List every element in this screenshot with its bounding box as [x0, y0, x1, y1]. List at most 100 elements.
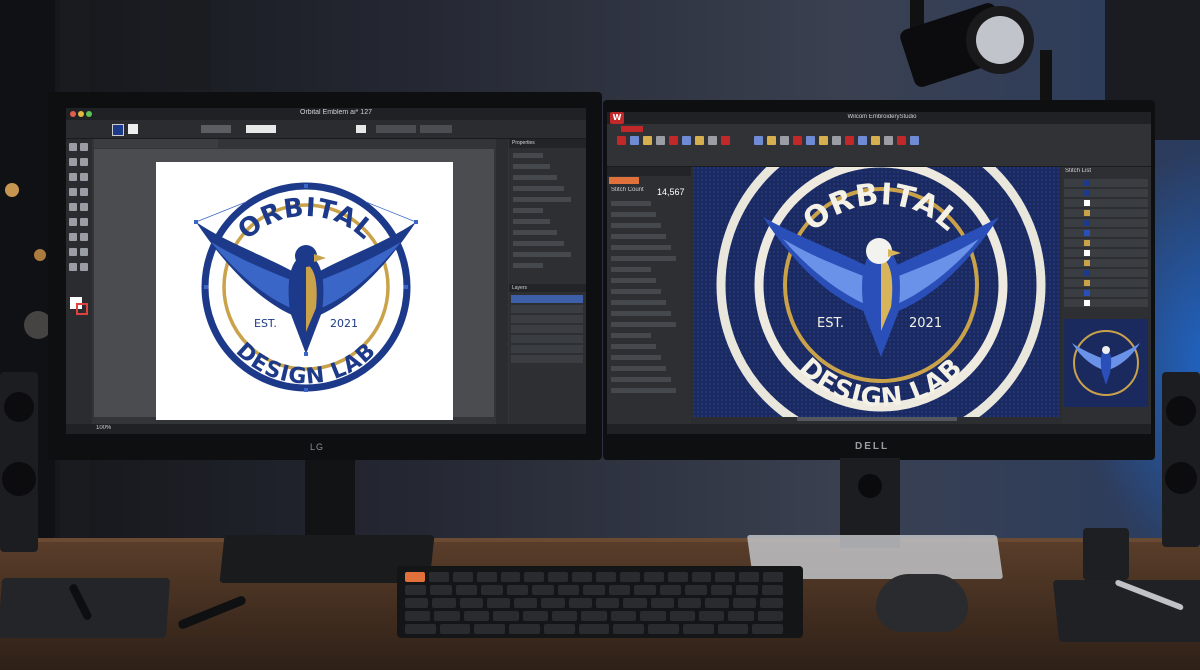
ribbon-button[interactable] [708, 136, 717, 145]
tool-icon[interactable] [69, 173, 77, 181]
key[interactable] [459, 598, 483, 608]
key[interactable] [640, 611, 666, 621]
key[interactable] [405, 572, 425, 582]
artboard[interactable]: ORBITAL DESIGN LAB EST. 2021 [156, 162, 453, 420]
key[interactable] [648, 624, 679, 634]
key[interactable] [506, 585, 529, 595]
ribbon-button[interactable] [806, 136, 815, 145]
stitch-list-row[interactable] [1064, 189, 1148, 197]
tool-icon[interactable] [80, 203, 88, 211]
key[interactable] [682, 624, 714, 634]
document-tab[interactable] [94, 139, 218, 148]
embroidery-canvas[interactable]: ORBITAL DESIGN LAB EST. 2021 [693, 167, 1059, 417]
stitch-list-row[interactable] [1064, 229, 1148, 237]
key[interactable] [732, 598, 756, 608]
opacity-field[interactable] [356, 125, 366, 133]
tool-icon[interactable] [69, 248, 77, 256]
key[interactable] [685, 585, 707, 595]
stitch-list-row[interactable] [1064, 249, 1148, 257]
key[interactable] [486, 598, 511, 608]
key[interactable] [763, 572, 784, 582]
tool-icon[interactable] [80, 143, 88, 151]
key[interactable] [669, 611, 695, 621]
stitch-list-row[interactable] [1064, 179, 1148, 187]
layer-row[interactable] [511, 325, 583, 333]
key[interactable] [659, 585, 682, 595]
tool-icon[interactable] [69, 233, 77, 241]
panel-tab-active[interactable] [609, 177, 639, 184]
ribbon-button[interactable] [682, 136, 691, 145]
key[interactable] [532, 585, 554, 595]
stroke-weight-field[interactable] [201, 125, 231, 133]
key[interactable] [728, 611, 754, 621]
ribbon-button[interactable] [884, 136, 893, 145]
stitch-list-row[interactable] [1064, 279, 1148, 287]
key[interactable] [428, 572, 449, 582]
key[interactable] [405, 585, 427, 595]
key[interactable] [522, 611, 548, 621]
stitch-list-row[interactable] [1064, 209, 1148, 217]
key[interactable] [405, 624, 436, 634]
ribbon-button[interactable] [832, 136, 841, 145]
key[interactable] [543, 624, 575, 634]
key[interactable] [752, 624, 784, 634]
tool-icon[interactable] [80, 158, 88, 166]
key[interactable] [548, 572, 569, 582]
ribbon-button[interactable] [897, 136, 906, 145]
key[interactable] [452, 572, 473, 582]
tool-icon[interactable] [80, 188, 88, 196]
close-icon[interactable] [70, 111, 76, 117]
stitch-list-row[interactable] [1064, 299, 1148, 307]
tool-icon[interactable] [69, 188, 77, 196]
key[interactable] [739, 572, 760, 582]
brush-field[interactable] [246, 125, 276, 133]
key[interactable] [691, 572, 712, 582]
tool-icon[interactable] [69, 158, 77, 166]
ribbon-button[interactable] [767, 136, 776, 145]
stitch-list-row[interactable] [1064, 289, 1148, 297]
ribbon-button[interactable] [721, 136, 730, 145]
ribbon-button[interactable] [793, 136, 802, 145]
key[interactable] [759, 598, 784, 608]
tab-layers[interactable]: Layers [512, 285, 527, 291]
layer-row[interactable] [511, 335, 583, 343]
key[interactable] [715, 572, 736, 582]
key[interactable] [619, 572, 640, 582]
minimize-icon[interactable] [78, 111, 84, 117]
key[interactable] [705, 598, 729, 608]
ribbon-button[interactable] [643, 136, 652, 145]
key[interactable] [667, 572, 688, 582]
key[interactable] [698, 611, 725, 621]
maximize-icon[interactable] [86, 111, 92, 117]
ribbon-button[interactable] [910, 136, 919, 145]
key[interactable] [761, 585, 784, 595]
stitch-list-row[interactable] [1064, 269, 1148, 277]
key[interactable] [405, 598, 429, 608]
key[interactable] [643, 572, 664, 582]
tool-icon[interactable] [80, 173, 88, 181]
tool-icon[interactable] [80, 263, 88, 271]
key[interactable] [596, 572, 616, 582]
key[interactable] [572, 572, 593, 582]
key[interactable] [476, 572, 497, 582]
preview-thumbnail[interactable] [1064, 319, 1148, 407]
ribbon-button[interactable] [780, 136, 789, 145]
stroke-swatch[interactable] [128, 124, 138, 134]
layer-row[interactable] [511, 315, 583, 323]
key[interactable] [481, 585, 503, 595]
key[interactable] [677, 598, 702, 608]
key[interactable] [608, 585, 631, 595]
zoom-level[interactable]: 100% [96, 425, 111, 431]
key[interactable] [463, 611, 490, 621]
key[interactable] [613, 624, 645, 634]
ribbon-button[interactable] [845, 136, 854, 145]
layer-row[interactable] [511, 305, 583, 313]
ribbon-button[interactable] [617, 136, 626, 145]
layer-row[interactable] [511, 345, 583, 353]
key[interactable] [736, 585, 758, 595]
ribbon-tab-active[interactable] [621, 126, 643, 132]
ribbon-button[interactable] [754, 136, 763, 145]
style-field[interactable] [376, 125, 416, 133]
key[interactable] [432, 598, 456, 608]
tool-icon[interactable] [69, 143, 77, 151]
